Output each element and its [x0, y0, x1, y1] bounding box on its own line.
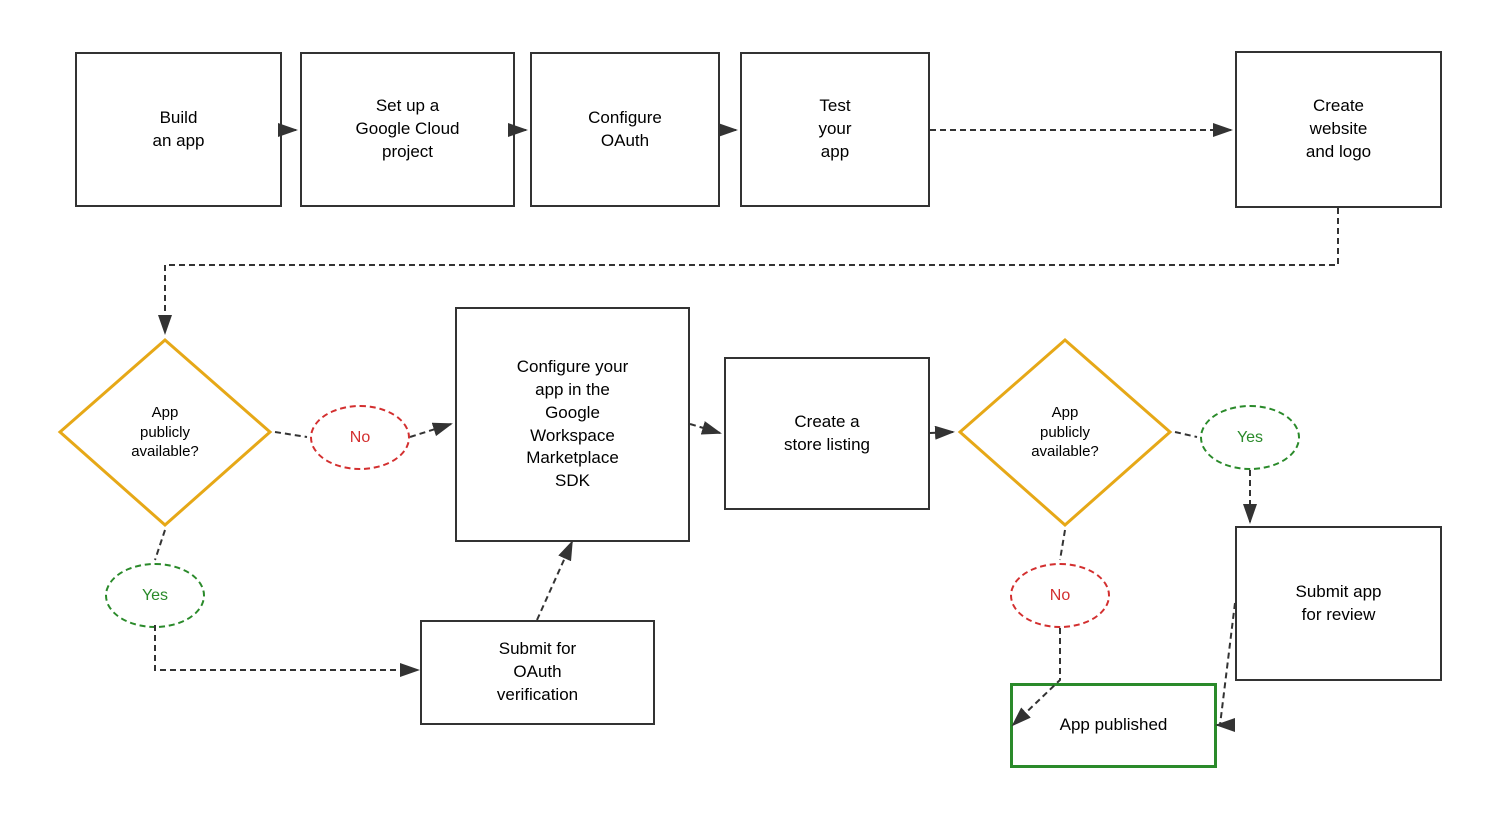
oval-no-1: No [310, 405, 410, 470]
oval-no-1-label: No [350, 429, 370, 447]
app-published-box: App published [1010, 683, 1217, 768]
diamond-app-available-2: App publicly available? [955, 335, 1175, 530]
create-store-box: Create a store listing [724, 357, 930, 510]
oval-yes-2-label: Yes [1237, 429, 1263, 447]
build-app-label: Build an app [153, 107, 205, 153]
configure-oauth-label: Configure OAuth [588, 107, 662, 153]
oval-yes-1-label: Yes [142, 587, 168, 605]
google-cloud-label: Set up a Google Cloud project [356, 95, 460, 164]
diamond-2-label: App publicly available? [1031, 403, 1099, 462]
google-cloud-box: Set up a Google Cloud project [300, 52, 515, 207]
configure-workspace-box: Configure your app in the Google Workspa… [455, 307, 690, 542]
create-website-box: Create website and logo [1235, 51, 1442, 208]
oval-yes-1: Yes [105, 563, 205, 628]
oval-no-2: No [1010, 563, 1110, 628]
oval-yes-2: Yes [1200, 405, 1300, 470]
oval-no-2-label: No [1050, 587, 1070, 605]
submit-review-label: Submit app for review [1296, 581, 1382, 627]
test-app-box: Test your app [740, 52, 930, 207]
build-app-box: Build an app [75, 52, 282, 207]
create-store-label: Create a store listing [784, 411, 870, 457]
configure-workspace-label: Configure your app in the Google Workspa… [517, 356, 629, 494]
submit-oauth-box: Submit for OAuth verification [420, 620, 655, 725]
flowchart-diagram: Build an app Set up a Google Cloud proje… [0, 0, 1494, 814]
test-app-label: Test your app [818, 95, 851, 164]
app-published-label: App published [1060, 714, 1168, 737]
diamond-1-label: App publicly available? [131, 403, 199, 462]
submit-review-box: Submit app for review [1235, 526, 1442, 681]
create-website-label: Create website and logo [1306, 95, 1371, 164]
submit-oauth-label: Submit for OAuth verification [497, 638, 578, 707]
configure-oauth-box: Configure OAuth [530, 52, 720, 207]
diamond-app-available-1: App publicly available? [55, 335, 275, 530]
